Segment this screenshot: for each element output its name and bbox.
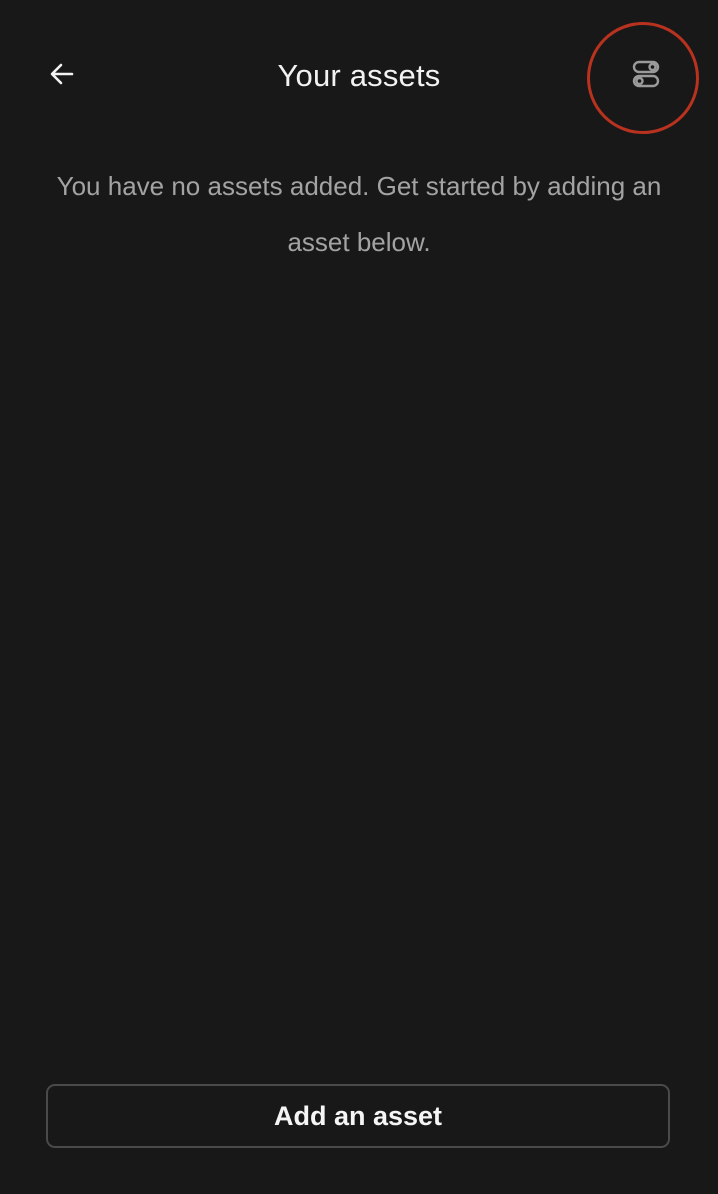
assets-screen: Your assets You have no assets added. Ge…: [0, 0, 718, 1194]
add-asset-button[interactable]: Add an asset: [46, 1084, 670, 1148]
arrow-left-icon: [48, 60, 76, 93]
back-button[interactable]: [36, 50, 88, 102]
page-title: Your assets: [277, 58, 441, 93]
toggle-settings-icon: [631, 59, 661, 94]
empty-state-message: You have no assets added. Get started by…: [56, 171, 662, 257]
filter-settings-button[interactable]: [620, 50, 672, 102]
header-bar: Your assets: [0, 0, 718, 152]
